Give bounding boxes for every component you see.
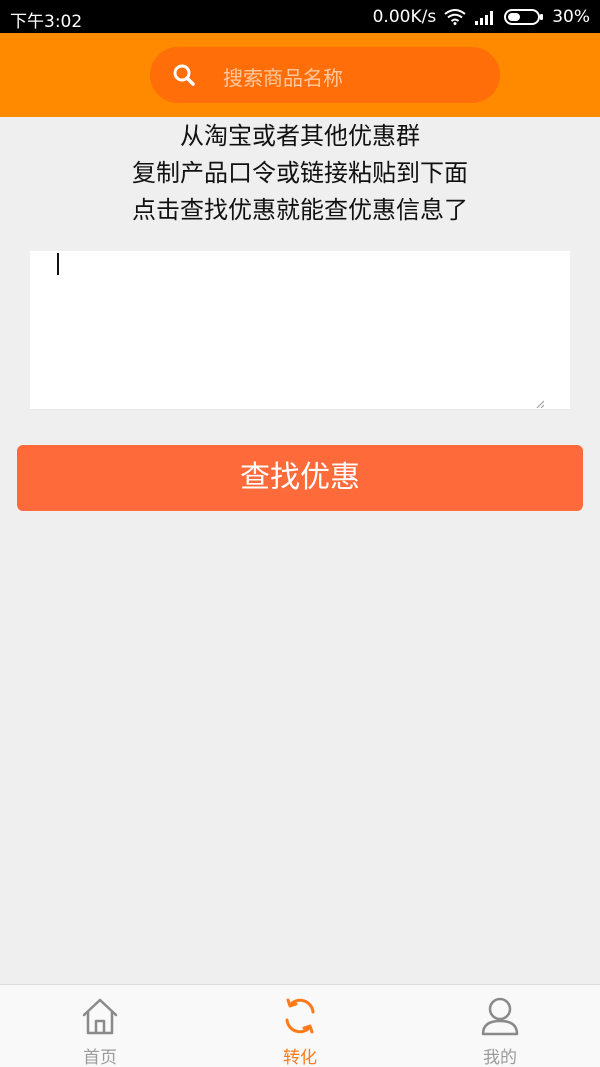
convert-icon: [281, 995, 319, 1037]
status-time: 下午3:02: [10, 12, 83, 32]
instruction-line-3: 点击查找优惠就能查优惠信息了: [132, 196, 468, 224]
status-indicators: 0.00K/s 30%: [373, 7, 590, 27]
tab-bar: 首页 转化 我的: [0, 984, 600, 1067]
status-bar: 下午3:02 0.00K/s 30%: [0, 0, 600, 33]
tab-profile[interactable]: 我的: [400, 985, 600, 1067]
text-caret: [57, 253, 59, 275]
tab-home-label: 首页: [83, 1048, 117, 1067]
battery-percent: 30%: [552, 7, 590, 27]
header: 搜索商品名称: [0, 33, 600, 117]
paste-textarea[interactable]: [30, 251, 570, 410]
search-input[interactable]: 搜索商品名称: [150, 47, 500, 103]
tab-convert-label: 转化: [283, 1048, 317, 1067]
wifi-icon: [444, 9, 466, 25]
tab-home[interactable]: 首页: [0, 985, 200, 1067]
signal-icon: [474, 9, 496, 25]
user-icon: [481, 995, 519, 1037]
instructions: 从淘宝或者其他优惠群 复制产品口令或链接粘贴到下面 点击查找优惠就能查优惠信息了: [0, 117, 600, 229]
instruction-line-2: 复制产品口令或链接粘贴到下面: [132, 159, 468, 187]
network-speed: 0.00K/s: [372, 7, 437, 27]
search-placeholder: 搜索商品名称: [223, 66, 343, 90]
find-deals-button[interactable]: 查找优惠: [17, 445, 583, 511]
search-icon: [172, 63, 196, 87]
home-icon: [81, 995, 119, 1037]
resize-grip-icon[interactable]: [536, 393, 545, 409]
battery-icon: [504, 8, 544, 26]
tab-convert[interactable]: 转化: [200, 985, 400, 1067]
instruction-line-1: 从淘宝或者其他优惠群: [180, 122, 420, 150]
tab-profile-label: 我的: [483, 1048, 517, 1067]
